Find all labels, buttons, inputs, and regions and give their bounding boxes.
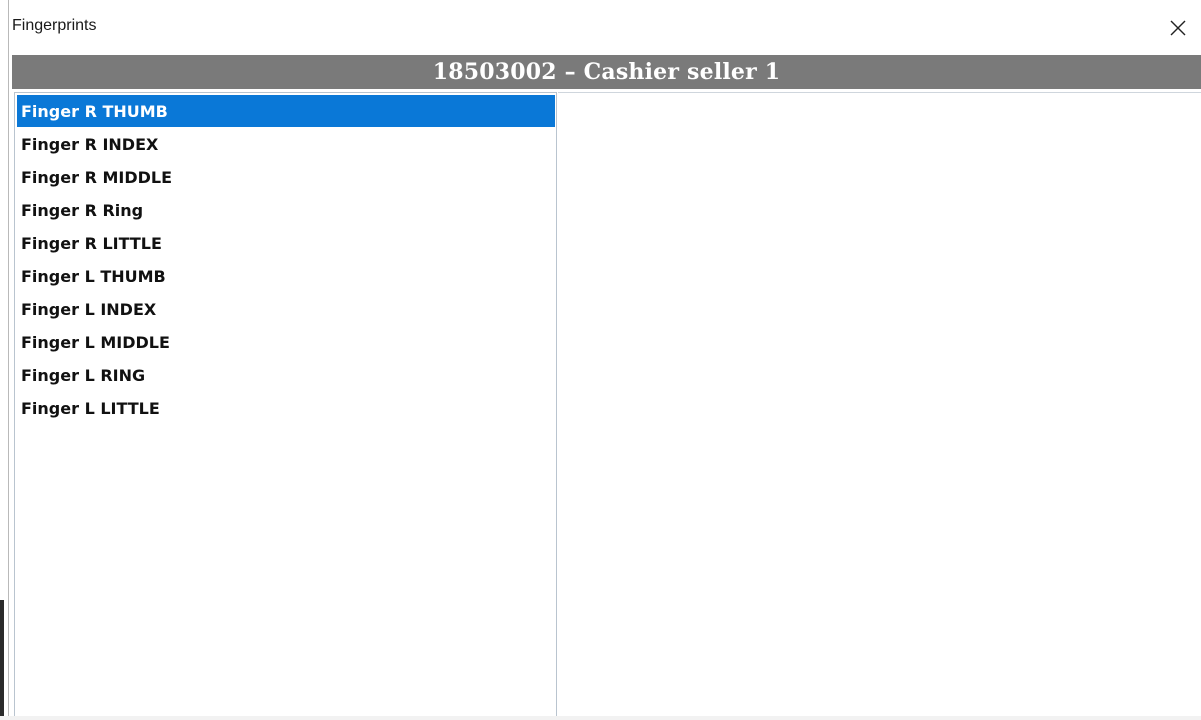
- finger-item-r-thumb[interactable]: Finger R THUMB: [17, 95, 555, 127]
- background-edge: [0, 600, 4, 720]
- fingerprint-preview-panel: [558, 92, 1201, 720]
- finger-item-l-ring[interactable]: Finger L RING: [17, 359, 555, 391]
- close-icon: [1170, 20, 1186, 36]
- finger-item-r-little[interactable]: Finger R LITTLE: [17, 227, 555, 259]
- finger-item-r-middle[interactable]: Finger R MIDDLE: [17, 161, 555, 193]
- window-left-edge: [0, 0, 9, 720]
- title-bar: Fingerprints: [10, 5, 1201, 53]
- finger-item-l-thumb[interactable]: Finger L THUMB: [17, 260, 555, 292]
- finger-item-l-index[interactable]: Finger L INDEX: [17, 293, 555, 325]
- window-title: Fingerprints: [12, 17, 97, 34]
- employee-header-text: 18503002 – Cashier seller 1: [432, 59, 781, 85]
- close-button[interactable]: [1155, 5, 1201, 51]
- finger-item-r-index[interactable]: Finger R INDEX: [17, 128, 555, 160]
- finger-item-r-ring[interactable]: Finger R Ring: [17, 194, 555, 226]
- finger-list[interactable]: Finger R THUMB Finger R INDEX Finger R M…: [14, 92, 557, 720]
- finger-item-l-middle[interactable]: Finger L MIDDLE: [17, 326, 555, 358]
- bottom-edge: [0, 716, 1201, 720]
- fingerprints-window: Fingerprints 18503002 – Cashier seller 1…: [0, 0, 1201, 720]
- finger-item-l-little[interactable]: Finger L LITTLE: [17, 392, 555, 424]
- employee-header: 18503002 – Cashier seller 1: [12, 55, 1201, 89]
